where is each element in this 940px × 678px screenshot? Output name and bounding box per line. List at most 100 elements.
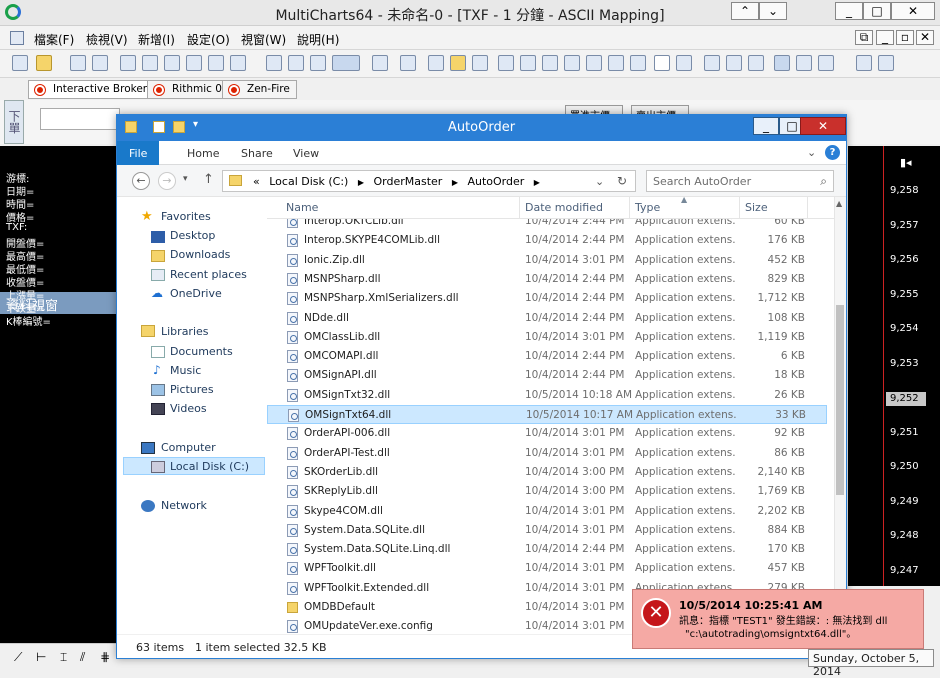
point-figure-icon[interactable] bbox=[520, 55, 536, 71]
tab-share[interactable]: Share bbox=[229, 141, 285, 165]
ribbon-expand-icon[interactable]: ⌄ bbox=[807, 146, 816, 159]
file-row[interactable]: Ionic.Zip.dll 10/4/2014 3:01 PM Applicatio… bbox=[267, 251, 827, 270]
tab-file[interactable]: File bbox=[117, 141, 160, 165]
error-alert-popup[interactable]: ✕ 10/5/2014 10:25:41 AM 訊息：指標 "TEST1" 發生… bbox=[632, 589, 924, 649]
new-icon[interactable] bbox=[12, 55, 28, 71]
menu-insert[interactable]: 新增(I) bbox=[138, 31, 175, 48]
menu-window[interactable]: 視窗(W) bbox=[241, 31, 286, 48]
mdi-minimize-button[interactable]: _ bbox=[876, 30, 894, 45]
order-icon[interactable] bbox=[208, 55, 224, 71]
pointer-icon[interactable] bbox=[654, 55, 670, 71]
column-date-modified[interactable]: Date modified bbox=[525, 201, 603, 214]
signal-icon[interactable] bbox=[310, 55, 326, 71]
chevron-up-icon[interactable]: ⌃ bbox=[731, 2, 759, 20]
line-chart-icon[interactable] bbox=[472, 55, 488, 71]
breadcrumb-ordermaster[interactable]: OrderMaster bbox=[374, 175, 443, 188]
kagi-icon[interactable] bbox=[542, 55, 558, 71]
menu-settings[interactable]: 設定(O) bbox=[187, 31, 230, 48]
chart-window-icon[interactable] bbox=[120, 55, 136, 71]
channel-icon[interactable]: ⫽ bbox=[80, 650, 85, 665]
file-row[interactable]: Interop.SKYPE4COMLib.dll 10/4/2014 2:44 P… bbox=[267, 231, 827, 250]
tab-interactive-brokers[interactable]: Interactive Brokers bbox=[28, 80, 160, 99]
symbol-input[interactable] bbox=[40, 108, 120, 130]
file-row[interactable]: OMClassLib.dll 10/4/2014 3:01 PM Applicati… bbox=[267, 328, 827, 347]
minimize-button[interactable]: _ bbox=[835, 2, 863, 20]
file-row[interactable]: SKOrderLib.dll 10/4/2014 3:00 PM Applicati… bbox=[267, 463, 827, 482]
tab-view[interactable]: View bbox=[281, 141, 331, 165]
nav-music[interactable]: Music bbox=[170, 364, 201, 377]
column-name[interactable]: Name bbox=[286, 201, 318, 214]
trade-icon[interactable] bbox=[630, 55, 646, 71]
fibonacci-icon[interactable]: ⋕ bbox=[100, 650, 110, 664]
window-layout-icon[interactable] bbox=[774, 55, 790, 71]
file-row[interactable]: MSNPSharp.XmlSerializers.dll 10/4/2014 2:… bbox=[267, 289, 827, 308]
tab-zen-fire[interactable]: Zen-Fire bbox=[222, 80, 297, 99]
tile-icon[interactable] bbox=[796, 55, 812, 71]
column-size[interactable]: Size bbox=[745, 201, 768, 214]
horizontal-line-icon[interactable]: ⊢ bbox=[36, 650, 46, 664]
scroll-right-icon[interactable]: ▮◂ bbox=[900, 156, 912, 169]
file-row[interactable]: System.Data.SQLite.Linq.dll 10/4/2014 2:4… bbox=[267, 540, 827, 559]
scroll-up-icon[interactable]: ▲ bbox=[836, 199, 842, 208]
nav-network[interactable]: Network bbox=[161, 499, 207, 512]
mdi-close-button[interactable]: ✕ bbox=[916, 30, 934, 45]
file-row[interactable]: MSNPSharp.dll 10/4/2014 2:44 PM Applicatio… bbox=[267, 270, 827, 289]
candlestick-icon[interactable] bbox=[450, 55, 466, 71]
volume-icon[interactable] bbox=[498, 55, 514, 71]
file-row[interactable]: SKReplyLib.dll 10/4/2014 3:00 PM Applicati… bbox=[267, 482, 827, 501]
playback-forward-icon[interactable] bbox=[878, 55, 894, 71]
formula-icon[interactable] bbox=[288, 55, 304, 71]
nav-libraries[interactable]: Libraries bbox=[161, 325, 209, 338]
address-box[interactable]: « Local Disk (C:) ▶ OrderMaster ▶ AutoOr… bbox=[222, 170, 636, 192]
menu-help[interactable]: 說明(H) bbox=[297, 31, 339, 48]
nav-downloads[interactable]: Downloads bbox=[170, 248, 230, 261]
comment-icon[interactable] bbox=[704, 55, 720, 71]
menu-file[interactable]: 檔案(F) bbox=[34, 31, 74, 48]
format-icon[interactable] bbox=[400, 55, 416, 71]
breadcrumb-autoorder[interactable]: AutoOrder bbox=[467, 175, 524, 188]
mdi-restore-button[interactable]: ▫ bbox=[896, 30, 914, 45]
dom-icon[interactable] bbox=[164, 55, 180, 71]
file-row[interactable]: OMSignTxt64.dll 10/5/2014 10:17 AM Applica… bbox=[267, 405, 827, 424]
file-row[interactable]: OMSignAPI.dll 10/4/2014 2:44 PM Applicatio… bbox=[267, 366, 827, 385]
explorer-minimize-button[interactable]: _ bbox=[753, 117, 779, 135]
crosshair-icon[interactable] bbox=[676, 55, 692, 71]
up-button[interactable]: ↑ bbox=[203, 172, 214, 187]
playback-back-icon[interactable] bbox=[856, 55, 872, 71]
restore-layout-icon[interactable]: ⧉ bbox=[855, 30, 873, 45]
file-row[interactable]: WPFToolkit.dll 10/4/2014 3:01 PM Applicati… bbox=[267, 559, 827, 578]
drawing-tool-dropdown[interactable] bbox=[332, 55, 360, 71]
refresh-icon[interactable]: ↻ bbox=[617, 174, 627, 188]
address-dropdown-icon[interactable]: ⌄ bbox=[595, 175, 604, 188]
scanner-icon[interactable] bbox=[142, 55, 158, 71]
open-folder-icon[interactable] bbox=[36, 55, 52, 71]
column-type[interactable]: Type bbox=[635, 201, 660, 214]
file-row[interactable]: OMSignTxt32.dll 10/5/2014 10:18 AM Applica… bbox=[267, 386, 827, 405]
indicator-icon[interactable] bbox=[266, 55, 282, 71]
file-row[interactable]: OMCOMAPI.dll 10/4/2014 2:44 PM Application… bbox=[267, 347, 827, 366]
portfolio-icon[interactable] bbox=[186, 55, 202, 71]
file-row[interactable]: Skype4COM.dll 10/4/2014 3:01 PM Applicatio… bbox=[267, 502, 827, 521]
order-line-icon[interactable] bbox=[726, 55, 742, 71]
trendline-icon[interactable]: ⟋ bbox=[14, 650, 22, 665]
tab-home[interactable]: Home bbox=[175, 141, 231, 165]
menu-view[interactable]: 檢視(V) bbox=[86, 31, 128, 48]
nav-onedrive[interactable]: OneDrive bbox=[170, 287, 222, 300]
breadcrumb-local-disk[interactable]: Local Disk (C:) bbox=[269, 175, 348, 188]
scrollbar-thumb[interactable] bbox=[836, 305, 844, 495]
range-icon[interactable] bbox=[586, 55, 602, 71]
renko-icon[interactable] bbox=[564, 55, 580, 71]
recent-locations-icon[interactable]: ▾ bbox=[183, 174, 188, 184]
file-row[interactable]: System.Data.SQLite.dll 10/4/2014 3:01 PM A… bbox=[267, 521, 827, 540]
close-button[interactable]: ✕ bbox=[891, 2, 935, 20]
nav-local-disk[interactable]: Local Disk (C:) bbox=[170, 460, 249, 473]
file-row[interactable]: OrderAPI-006.dll 10/4/2014 3:01 PM Applica… bbox=[267, 424, 827, 443]
edit-icon[interactable] bbox=[92, 55, 108, 71]
nav-favorites[interactable]: Favorites bbox=[161, 210, 211, 223]
search-input[interactable]: Search AutoOrder ⌕ bbox=[646, 170, 834, 192]
nav-videos[interactable]: Videos bbox=[170, 402, 207, 415]
nav-pictures[interactable]: Pictures bbox=[170, 383, 214, 396]
strategy-icon[interactable] bbox=[230, 55, 246, 71]
file-row[interactable]: NDde.dll 10/4/2014 2:44 PM Application ext… bbox=[267, 309, 827, 328]
chevron-down-icon[interactable]: ⌄ bbox=[759, 2, 787, 20]
